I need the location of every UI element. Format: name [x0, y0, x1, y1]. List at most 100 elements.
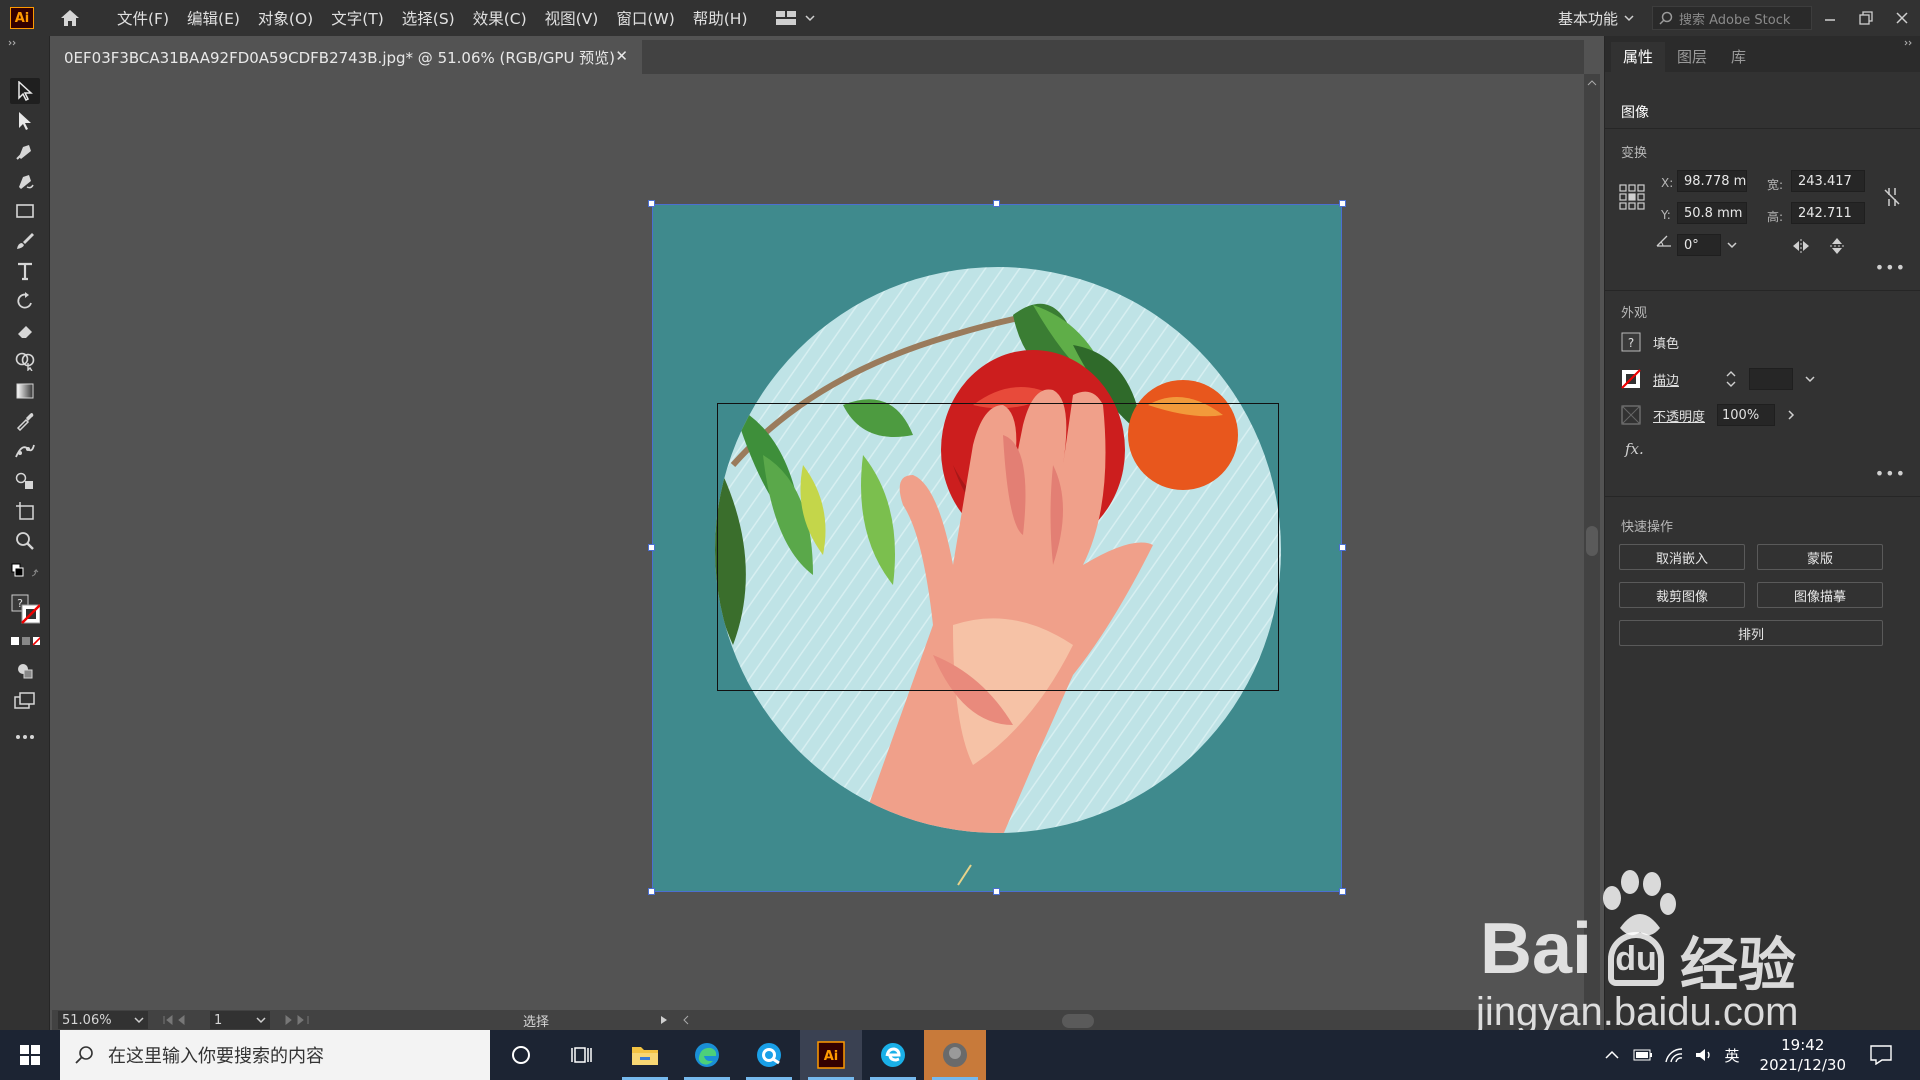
ie-browser-taskbar-button[interactable] [862, 1030, 924, 1080]
menu-edit[interactable]: 编辑(E) [178, 7, 249, 29]
effects-fx-button[interactable]: fx. [1625, 440, 1644, 458]
opacity-label[interactable]: 不透明度 [1653, 406, 1705, 425]
arrange-documents-button[interactable] [775, 10, 815, 26]
menu-help[interactable]: 帮助(H) [684, 7, 757, 29]
selection-tool[interactable] [10, 78, 40, 104]
first-artboard-icon[interactable] [162, 1015, 194, 1025]
taskbar-clock[interactable]: 19:42 2021/12/30 [1760, 1035, 1846, 1075]
notification-center-icon[interactable] [1870, 1045, 1892, 1065]
artboard-tool[interactable] [10, 498, 40, 524]
eraser-tool[interactable] [10, 318, 40, 344]
close-tab-icon[interactable]: ✕ [615, 47, 628, 65]
show-hidden-icons-icon[interactable] [1604, 1050, 1619, 1060]
height-input[interactable]: 242.711 [1791, 202, 1865, 224]
stroke-label[interactable]: 描边 [1653, 370, 1679, 389]
task-view-button[interactable] [552, 1030, 614, 1080]
pen-tool[interactable] [10, 138, 40, 164]
type-tool[interactable] [10, 258, 40, 284]
resize-handle-top-left[interactable] [648, 200, 655, 207]
rotate-tool[interactable] [10, 288, 40, 314]
more-appearance-options-icon[interactable]: ••• [1875, 464, 1906, 483]
tab-libraries[interactable]: 库 [1719, 42, 1758, 72]
flip-horizontal-icon[interactable] [1791, 238, 1811, 254]
y-position-input[interactable]: 50.8 mm [1677, 202, 1747, 224]
illustrator-taskbar-button[interactable]: Ai [800, 1030, 862, 1080]
restore-button[interactable] [1848, 0, 1884, 36]
resize-handle-bottom[interactable] [993, 888, 1000, 895]
ime-indicator[interactable]: 英 [1725, 1045, 1740, 1066]
mask-button[interactable]: 蒙版 [1757, 544, 1883, 570]
blend-tool[interactable] [10, 468, 40, 494]
image-trace-button[interactable]: 图像描摹 [1757, 582, 1883, 608]
rectangle-path[interactable] [717, 403, 1279, 691]
resize-handle-top-right[interactable] [1339, 200, 1346, 207]
minimize-button[interactable] [1812, 0, 1848, 36]
status-menu-arrow-icon[interactable] [660, 1015, 668, 1025]
paintbrush-tool[interactable] [10, 228, 40, 254]
menu-type[interactable]: 文字(T) [322, 7, 393, 29]
menu-object[interactable]: 对象(O) [249, 7, 322, 29]
photo-app-taskbar-button[interactable] [924, 1030, 986, 1080]
scroll-left-icon[interactable] [682, 1015, 690, 1025]
home-icon[interactable] [58, 6, 82, 30]
opacity-swatch[interactable] [1621, 405, 1641, 425]
puppet-warp-tool[interactable] [10, 438, 40, 464]
fill-stroke-swatch[interactable]: ? [10, 592, 40, 626]
menu-file[interactable]: 文件(F) [108, 7, 178, 29]
cortana-button[interactable] [490, 1030, 552, 1080]
zoom-level-select[interactable]: 51.06% [58, 1011, 148, 1029]
stock-search-input[interactable]: 搜索 Adobe Stock [1652, 6, 1812, 30]
close-window-button[interactable] [1884, 0, 1920, 36]
constrain-proportions-icon[interactable] [1883, 186, 1901, 208]
shape-builder-tool[interactable] [10, 348, 40, 374]
chevron-down-icon[interactable] [1805, 375, 1815, 383]
edit-toolbar-button[interactable] [10, 724, 40, 750]
draw-mode-button[interactable] [10, 658, 40, 684]
width-input[interactable]: 243.417 [1791, 170, 1865, 192]
tab-properties[interactable]: 属性 [1611, 42, 1666, 72]
resize-handle-right[interactable] [1339, 544, 1346, 551]
qq-browser-taskbar-button[interactable] [738, 1030, 800, 1080]
menu-select[interactable]: 选择(S) [393, 7, 464, 29]
file-explorer-taskbar-button[interactable] [614, 1030, 676, 1080]
stroke-weight-stepper-icon[interactable] [1725, 369, 1737, 389]
ai-logo[interactable]: Ai [10, 7, 34, 29]
resize-handle-left[interactable] [648, 544, 655, 551]
chevron-down-icon[interactable] [1624, 14, 1634, 22]
volume-icon[interactable] [1695, 1047, 1713, 1063]
collapse-panel-icon[interactable] [1904, 40, 1914, 46]
color-mode-buttons[interactable] [10, 628, 40, 654]
horizontal-scroll-thumb[interactable] [1062, 1014, 1094, 1028]
stroke-swatch[interactable] [1621, 369, 1641, 389]
scroll-up-icon[interactable] [1587, 80, 1597, 86]
resize-handle-bottom-left[interactable] [648, 888, 655, 895]
battery-icon[interactable] [1633, 1049, 1653, 1061]
curvature-tool[interactable] [10, 168, 40, 194]
chevron-right-icon[interactable] [1787, 410, 1795, 420]
tab-layers[interactable]: 图层 [1665, 42, 1719, 72]
resize-handle-bottom-right[interactable] [1339, 888, 1346, 895]
workspace-switcher[interactable]: 基本功能 [1558, 8, 1618, 29]
direct-selection-tool[interactable] [10, 108, 40, 134]
swap-fill-stroke[interactable] [10, 558, 40, 584]
document-tab[interactable]: 0EF03F3BCA31BAA92FD0A59CDFB2743B.jpg* @ … [52, 40, 642, 74]
rotate-angle-input[interactable]: 0° [1677, 234, 1721, 256]
edge-taskbar-button[interactable] [676, 1030, 738, 1080]
screen-mode-button[interactable] [10, 688, 40, 714]
wifi-icon[interactable] [1664, 1047, 1683, 1063]
unembed-button[interactable]: 取消嵌入 [1619, 544, 1745, 570]
start-button[interactable] [0, 1030, 60, 1080]
menu-effect[interactable]: 效果(C) [464, 7, 536, 29]
vertical-scroll-thumb[interactable] [1586, 526, 1598, 556]
stroke-weight-input[interactable] [1749, 368, 1794, 390]
resize-handle-top[interactable] [993, 200, 1000, 207]
gradient-tool[interactable] [10, 378, 40, 404]
rectangle-tool[interactable] [10, 198, 40, 224]
opacity-input[interactable]: 100% [1717, 404, 1776, 426]
reference-point-icon[interactable] [1619, 184, 1645, 210]
collapse-panel-icon[interactable] [8, 40, 18, 46]
more-transform-options-icon[interactable]: ••• [1875, 258, 1906, 277]
taskbar-search-box[interactable]: 在这里输入你要搜索的内容 [60, 1030, 490, 1080]
x-position-input[interactable]: 98.778 mm [1677, 170, 1747, 192]
fill-swatch[interactable]: ? [1621, 332, 1641, 352]
